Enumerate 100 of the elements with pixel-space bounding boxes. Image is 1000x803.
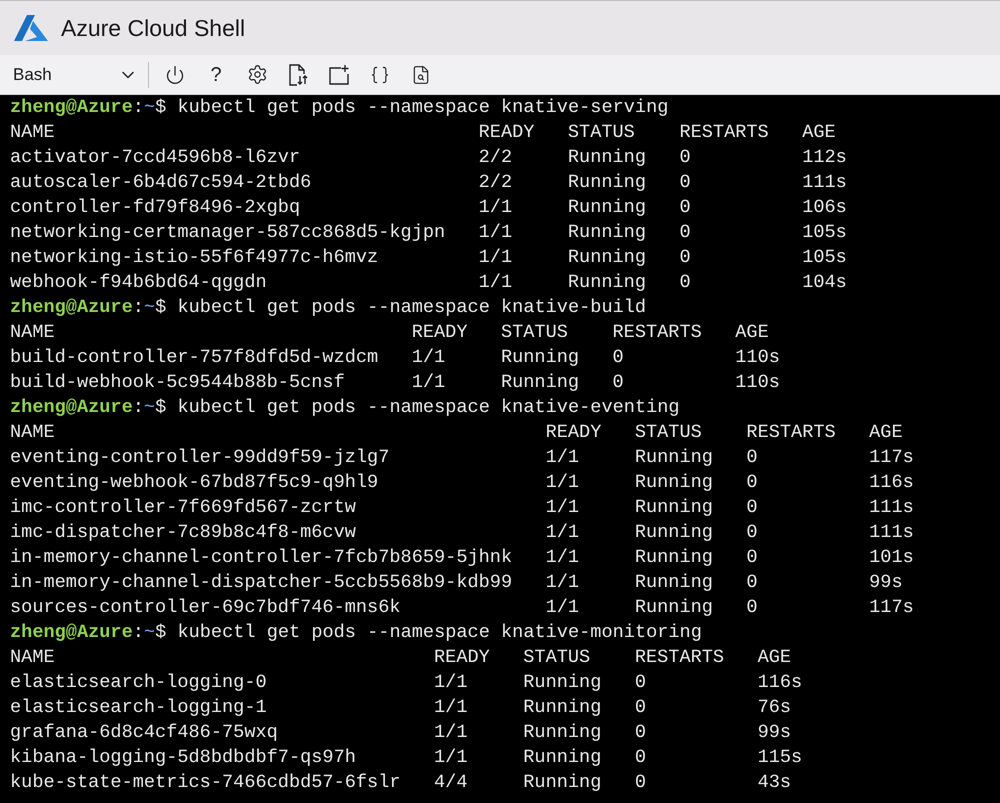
table-cell: controller-fd79f8496-2xgbq (10, 197, 300, 218)
table-cell: imc-dispatcher-7c89b8c4f8-m6cvw (10, 522, 356, 543)
table-cell: 1/1 (434, 672, 468, 693)
new-session-button[interactable] (327, 62, 351, 86)
table-cell: 0 (634, 672, 646, 693)
table-cell: 0 (679, 147, 691, 168)
table-cell: 76s (758, 697, 792, 718)
table-cell: in-memory-channel-controller-7fcb7b8659-5jhnk (10, 547, 512, 568)
column-header: STATUS (568, 122, 635, 143)
table-cell: sources-controller-69c7bdf746-mns6k (10, 597, 401, 618)
column-header: AGE (758, 647, 792, 668)
table-cell: Running (500, 372, 580, 393)
table-cell: 112s (802, 147, 847, 168)
table-cell: Running (634, 472, 713, 493)
table-cell: 43s (758, 772, 792, 793)
table-cell: networking-istio-55f6f4977c-h6mvz (10, 247, 378, 268)
shell-prompt: zheng@Azure:~$ (10, 396, 166, 420)
table-cell: networking-certmanager-587cc868d5-kgjpn (10, 222, 446, 243)
table-cell: Running (634, 572, 713, 593)
column-header: RESTARTS (634, 647, 724, 668)
table-cell: 1/1 (434, 722, 468, 743)
table-cell: 101s (869, 547, 914, 568)
shell-prompt: zheng@Azure:~$ (10, 96, 166, 120)
table-cell: 0 (746, 497, 758, 518)
table-cell: 1/1 (412, 347, 446, 368)
logo-icon (13, 13, 49, 43)
table-cell: 110s (735, 372, 780, 393)
table-cell: Running (568, 247, 646, 268)
table-cell: 111s (869, 497, 914, 518)
table-cell: 0 (746, 572, 758, 593)
column-header: READY (546, 422, 602, 443)
table-cell: 1/1 (478, 222, 512, 243)
command-text: kubectl get pods --namespace knative-monitoring (177, 621, 702, 645)
column-header: RESTARTS (612, 322, 702, 343)
table-cell: Running (568, 197, 646, 218)
table-cell: 1/1 (412, 372, 446, 393)
table-cell: 0 (746, 597, 758, 618)
table-cell: 117s (869, 447, 914, 468)
table-cell: 105s (802, 247, 847, 268)
column-header: AGE (802, 122, 836, 143)
table-cell: 99s (869, 572, 903, 593)
table-cell: Running (634, 547, 713, 568)
column-header: STATUS (634, 422, 702, 443)
table-cell: Running (523, 697, 602, 718)
column-header: NAME (10, 647, 55, 668)
table-cell: kibana-logging-5d8bdbdbf7-qs97h (10, 747, 356, 768)
table-cell: Running (500, 347, 580, 368)
shell-selector[interactable]: Bash (0, 55, 140, 94)
column-header: STATUS (500, 322, 568, 343)
table-cell: 1/1 (546, 447, 580, 468)
table-cell: 0 (679, 247, 691, 268)
table-cell: 0 (634, 722, 646, 743)
help-button[interactable]: ? (204, 62, 228, 86)
table-cell: 0 (746, 547, 758, 568)
table-cell: autoscaler-6b4d67c594-2tbd6 (10, 172, 312, 193)
table-cell: Running (568, 222, 646, 243)
table-cell: 0 (679, 172, 691, 193)
table-cell: 105s (802, 222, 847, 243)
column-header: NAME (10, 322, 55, 343)
table-cell: 106s (802, 197, 847, 218)
shell-prompt: zheng@Azure:~$ (10, 621, 166, 645)
table-cell: Running (568, 147, 646, 168)
table-cell: 0 (679, 222, 691, 243)
table-cell: elasticsearch-logging-0 (10, 672, 267, 693)
table-cell: 110s (735, 347, 780, 368)
column-header: READY (412, 322, 468, 343)
column-header: RESTARTS (679, 122, 769, 143)
table-cell: 104s (802, 272, 847, 293)
column-header: AGE (869, 422, 903, 443)
table-cell: 1/1 (546, 497, 580, 518)
table-cell: elasticsearch-logging-1 (10, 697, 267, 718)
table-cell: Running (523, 672, 602, 693)
table-cell: 116s (758, 672, 802, 693)
table-cell: 1/1 (546, 572, 580, 593)
table-cell: 1/1 (434, 747, 468, 768)
table-cell: 1/1 (546, 547, 580, 568)
table-cell: 116s (869, 472, 914, 493)
table-cell: kube-state-metrics-7466cdbd57-6fslr (10, 772, 401, 793)
table-cell: 1/1 (546, 472, 580, 493)
table-cell: 117s (869, 597, 914, 618)
command-text: kubectl get pods --namespace knative-eventing (177, 396, 680, 420)
table-cell: in-memory-channel-dispatcher-5ccb5568b9-kdb99 (10, 572, 512, 593)
table-cell: 4/4 (434, 772, 468, 793)
column-header: READY (434, 647, 490, 668)
table-cell: Running (523, 747, 602, 768)
table-cell: 0 (634, 697, 646, 718)
column-header: READY (478, 122, 534, 143)
command-text: kubectl get pods --namespace knative-build (177, 296, 646, 320)
table-cell: 111s (802, 172, 847, 193)
table-cell: 1/1 (478, 272, 512, 293)
table-cell: eventing-webhook-67bd87f5c9-q9hl9 (10, 472, 378, 493)
table-cell: 0 (634, 747, 646, 768)
table-cell: Running (568, 172, 646, 193)
table-cell: Running (523, 772, 602, 793)
table-cell: 2/2 (478, 172, 512, 193)
table-cell: activator-7ccd4596b8-l6zvr (10, 147, 300, 168)
table-cell: 0 (679, 272, 691, 293)
table-cell: 99s (758, 722, 792, 743)
table-cell: Running (634, 522, 713, 543)
column-header: STATUS (523, 647, 590, 668)
